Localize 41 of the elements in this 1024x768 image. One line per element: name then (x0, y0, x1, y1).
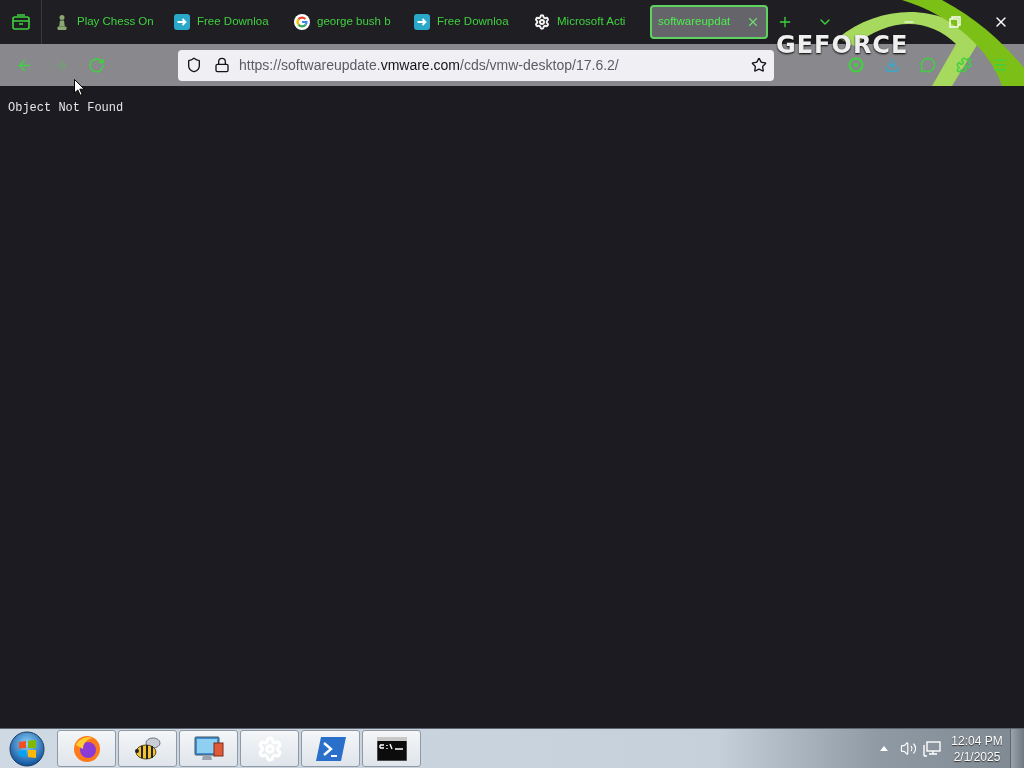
download-icon (884, 57, 900, 73)
mouse-pointer-icon (74, 79, 85, 96)
tab[interactable]: Microsoft Acti (530, 5, 648, 39)
terminal-prompt-icon (315, 736, 346, 761)
shield-icon[interactable] (186, 57, 202, 73)
reload-icon (87, 56, 105, 74)
tab[interactable]: Free Downloa (410, 5, 528, 39)
bookmark-star-icon[interactable] (751, 57, 767, 73)
tab[interactable]: george bush b (290, 5, 408, 39)
lock-icon[interactable] (214, 57, 230, 73)
plus-icon (777, 14, 793, 30)
url-text: https://softwareupdate.vmware.com/cds/vmw-desktop/17.6.2/ (239, 55, 619, 75)
gear-icon (256, 735, 283, 762)
puzzle-icon (956, 57, 972, 73)
clock-time: 12:04 PM (951, 732, 1003, 749)
taskbar-button[interactable] (118, 730, 177, 767)
start-button[interactable] (9, 730, 45, 767)
close-tab-icon[interactable] (746, 15, 760, 29)
show-desktop-button[interactable] (1010, 728, 1024, 768)
tab[interactable]: Free Downloa (170, 5, 288, 39)
caret-up-icon (880, 746, 888, 751)
start-orb-icon (9, 730, 45, 767)
restore-icon (949, 16, 961, 28)
tab[interactable]: softwareupdat (650, 5, 768, 39)
chat-bubble-icon (920, 57, 936, 73)
bee-icon (132, 735, 163, 762)
console-window-icon (376, 736, 407, 761)
ring-icon (848, 57, 864, 73)
browser-icon (72, 734, 101, 763)
taskbar-button[interactable] (362, 730, 421, 767)
speaker-icon (899, 740, 917, 757)
g-logo-icon (294, 14, 310, 30)
error-message: Object Not Found (8, 100, 125, 116)
menu-icon (992, 57, 1008, 73)
tab[interactable]: Play Chess On (50, 5, 168, 39)
briefcase-icon (11, 14, 30, 30)
address-field[interactable]: https://softwareupdate.vmware.com/cds/vmw-desktop/17.6.2/ (178, 49, 774, 81)
network-icon (923, 740, 941, 757)
gear-icon (534, 14, 550, 30)
monitor-icon (193, 734, 224, 763)
clock-date: 2/1/2025 (953, 748, 1001, 765)
